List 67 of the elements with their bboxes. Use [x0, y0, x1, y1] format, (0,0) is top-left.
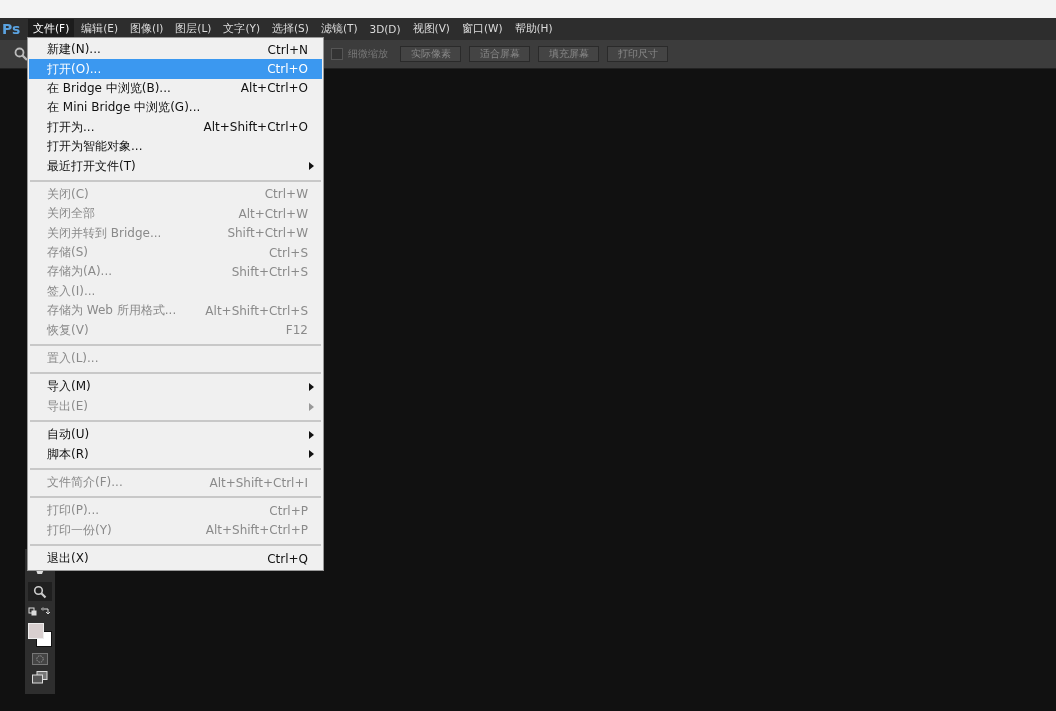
zoom-icon[interactable]	[14, 47, 28, 61]
menu-bar-item[interactable]: 文件(F)	[28, 19, 75, 39]
menu-item-label: 存储为 Web 所用格式...	[47, 302, 178, 320]
shortcut-label: Alt+Shift+Ctrl+I	[209, 475, 308, 490]
screen-mode-icon[interactable]	[32, 671, 48, 684]
menu-item-label: 关闭全部	[47, 205, 96, 223]
menu-item-label: 退出(X)	[47, 550, 90, 568]
menu-item-label: 打印(P)...	[47, 502, 101, 520]
menu-item[interactable]: 在 Mini Bridge 中浏览(G)...	[29, 98, 322, 118]
menu-item-label: 最近打开文件(T)	[47, 157, 137, 175]
menu-bar-item[interactable]: 窗口(W)	[456, 19, 508, 39]
shortcut-label: Ctrl+P	[269, 503, 308, 518]
menu-item[interactable]: 在 Bridge 中浏览(B)... Alt+Ctrl+O	[29, 78, 322, 99]
menu-item-label: 新建(N)...	[47, 41, 102, 59]
menu-bar-item[interactable]: 图像(I)	[125, 19, 169, 39]
menu-item[interactable]: 打开为... Alt+Shift+Ctrl+O	[29, 117, 322, 137]
menu-bar-item[interactable]: 图层(L)	[170, 19, 217, 39]
shortcut-label: Shift+Ctrl+S	[231, 265, 308, 279]
shortcut-label: Ctrl+N	[267, 42, 308, 57]
shortcut-label: Alt+Shift+Ctrl+O	[203, 120, 308, 135]
menu-item-label: 打开(O)...	[47, 60, 103, 78]
zoom-icon[interactable]	[33, 584, 47, 599]
menu-item-label: 自动(U)	[47, 426, 91, 444]
menu-item[interactable]: 导入(M)	[29, 377, 322, 397]
menu-item-label: 在 Bridge 中浏览(B)...	[47, 79, 172, 97]
color-swatches-icon[interactable]	[28, 623, 52, 647]
menu-bar-item[interactable]: 视图(V)	[407, 19, 455, 39]
menu-item[interactable]: 最近打开文件(T)	[29, 156, 322, 176]
menu-item-label: 打开为...	[47, 118, 96, 136]
shortcut-label: Alt+Shift+Ctrl+S	[205, 303, 308, 318]
shortcut-label: Ctrl+O	[267, 62, 308, 77]
menu-item[interactable]: 脚本(R)	[29, 444, 322, 464]
menu-item-label: 签入(I)...	[47, 282, 97, 300]
menu-item-label: 置入(L)...	[47, 350, 100, 368]
menu-item-label: 导入(M)	[47, 378, 92, 396]
menu-item-label: 脚本(R)	[47, 445, 90, 463]
menu-item-label: 恢复(V)	[47, 321, 90, 339]
menu-item[interactable]: 打开为智能对象...	[29, 136, 322, 157]
menu-item-label: 存储为(A)...	[47, 263, 113, 281]
menu-bar-item[interactable]: 编辑(E)	[76, 19, 124, 39]
shortcut-label: Ctrl+W	[264, 187, 308, 202]
shortcut-label: Alt+Ctrl+W	[238, 206, 308, 221]
menu-bar-item[interactable]: 滤镜(T)	[315, 19, 363, 39]
menu-bar-item[interactable]: 帮助(H)	[509, 19, 558, 39]
menu-bar-item[interactable]: 文字(Y)	[218, 19, 265, 39]
menu-item-label: 文件简介(F)...	[47, 474, 124, 491]
swap-colors-icon[interactable]	[28, 607, 52, 617]
menu-item[interactable]: 新建(N)... Ctrl+N	[29, 40, 322, 60]
menu-item-label: 关闭并转到 Bridge...	[47, 224, 163, 242]
app-logo: Ps	[1, 21, 22, 37]
shortcut-label: Alt+Shift+Ctrl+P	[205, 523, 308, 538]
menu-item-label: 导出(E)	[47, 397, 89, 415]
menu-item[interactable]: 退出(X) Ctrl+Q	[29, 549, 322, 569]
checkbox[interactable]	[331, 48, 343, 60]
menu-item-label: 打开为智能对象...	[47, 138, 144, 156]
shortcut-label: Shift+Ctrl+W	[227, 226, 308, 241]
shortcut-label: Ctrl+S	[268, 245, 308, 260]
menu-item-label: 存储(S)	[47, 244, 89, 262]
menu-item[interactable]: 自动(U)	[29, 425, 322, 445]
menu-item-label: 关闭(C)	[47, 185, 90, 203]
menu-item-label: 打印一份(Y)	[47, 521, 113, 539]
menu-bar-item[interactable]: 选择(S)	[267, 19, 314, 39]
shortcut-label: F12	[285, 323, 308, 338]
shortcut-label: Alt+Ctrl+O	[240, 81, 308, 96]
shortcut-label: Ctrl+Q	[267, 551, 308, 566]
menu-bar-item[interactable]: 3D(D)	[364, 20, 406, 38]
menu-item-label: 在 Mini Bridge 中浏览(G)...	[47, 99, 202, 117]
